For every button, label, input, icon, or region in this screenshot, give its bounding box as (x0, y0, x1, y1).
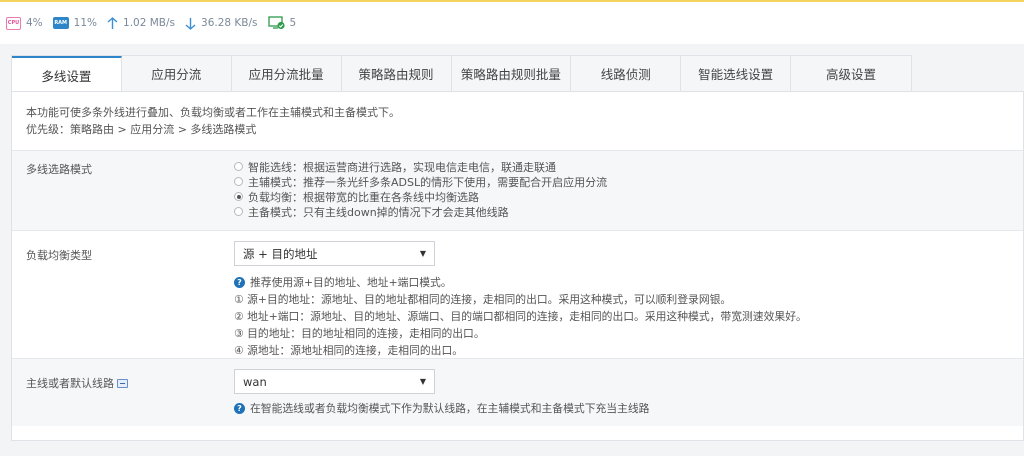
default-line-value: wan (243, 374, 267, 389)
default-line-row: 主线或者默认线路 wan ▼ ? 在智能选线或者负载均衡模式下作为默认线路，在主… (12, 358, 1023, 426)
mode-radio-group: 智能选线：根据运营商进行选路，实现电信走电信，联通走联通 主辅模式：推荐一条光纤… (234, 159, 607, 219)
balance-note-2: ② 地址+端口：源地址、目的地址、源端口、目的端口都相同的连接，走相同的出口。采… (234, 310, 807, 323)
tab-app-split-batch[interactable]: 应用分流批量 (231, 56, 342, 91)
default-line-hint: ? 在智能选线或者负载均衡模式下作为默认线路，在主辅模式和主备模式下充当主线路 (234, 400, 649, 417)
download-stat: 36.28 KB/s (185, 17, 258, 30)
mode-option-primary-aux[interactable]: 主辅模式：推荐一条光纤多条ADSL的情形下使用，需要配合开启应用分流 (234, 174, 607, 189)
tab-advanced-settings[interactable]: 高级设置 (791, 56, 911, 91)
balance-row: 负载均衡类型 源 + 目的地址 ▼ ? 推荐使用源+目的地址、地址+端口模式。 ①… (12, 230, 1023, 358)
info-box-icon[interactable] (117, 378, 128, 388)
ram-value: 11% (73, 17, 98, 29)
mode-option-load-balance[interactable]: 负载均衡：根据带宽的比重在各条线中均衡选路 (234, 189, 607, 204)
multi-line-panel: 多线设置 应用分流 应用分流批量 策略路由规则 策略路由规则批量 线路侦测 智能… (11, 55, 1024, 441)
default-line-label: 主线或者默认线路 (26, 377, 114, 390)
download-value: 36.28 KB/s (201, 17, 258, 29)
balance-label: 负载均衡类型 (26, 249, 92, 262)
download-arrow-icon (185, 17, 196, 30)
help-icon: ? (234, 403, 245, 414)
tab-policy-route-rules-batch[interactable]: 策略路由规则批量 (451, 56, 572, 91)
cpu-stat: CPU 4% (6, 16, 43, 30)
monitor-check-icon (267, 16, 285, 30)
default-line-label-wrap: 主线或者默认线路 (26, 375, 128, 391)
balance-hint: ? 推荐使用源+目的地址、地址+端口模式。 (234, 274, 807, 291)
mode-option-load-balance-label: 负载均衡：根据带宽的比重在各条线中均衡选路 (248, 190, 479, 204)
balance-controls: 源 + 目的地址 ▼ ? 推荐使用源+目的地址、地址+端口模式。 ① 源+目的地址… (234, 241, 807, 359)
balance-note-1: ① 源+目的地址：源地址、目的地址都相同的连接，走相同的出口。采用这种模式，可以… (234, 293, 732, 306)
balance-notes: ? 推荐使用源+目的地址、地址+端口模式。 ① 源+目的地址：源地址、目的地址都相… (234, 274, 807, 359)
select-arrow-icon: ▼ (419, 377, 426, 386)
tab-content: 本功能可使多条外线进行叠加、负载均衡或者工作在主辅模式和主备模式下。 优先级：策… (11, 91, 1024, 441)
ram-icon: RAM (52, 17, 69, 29)
upload-stat: 1.02 MB/s (107, 16, 176, 30)
balance-type-value: 源 + 目的地址 (243, 246, 318, 261)
devices-value: 5 (289, 17, 297, 29)
devices-stat: 5 (267, 16, 297, 30)
balance-hint-text: 推荐使用源+目的地址、地址+端口模式。 (250, 276, 452, 289)
intro-section: 本功能可使多条外线进行叠加、负载均衡或者工作在主辅模式和主备模式下。 优先级：策… (12, 92, 1023, 148)
cpu-icon: CPU (6, 16, 21, 30)
tab-line-detection[interactable]: 线路侦测 (571, 56, 682, 91)
default-line-hint-text: 在智能选线或者负载均衡模式下作为默认线路，在主辅模式和主备模式下充当主线路 (250, 402, 650, 415)
tab-bar: 多线设置 应用分流 应用分流批量 策略路由规则 策略路由规则批量 线路侦测 智能… (11, 55, 912, 92)
intro-description: 本功能可使多条外线进行叠加、负载均衡或者工作在主辅模式和主备模式下。 (26, 106, 400, 119)
mode-option-smart-label: 智能选线：根据运营商进行选路，实现电信走电信，联通走联通 (248, 160, 556, 174)
mode-option-primary-backup[interactable]: 主备模式：只有主线down掉的情况下才会走其他线路 (234, 204, 607, 219)
upload-value: 1.02 MB/s (123, 17, 176, 29)
tab-policy-route-rules[interactable]: 策略路由规则 (341, 56, 452, 91)
balance-note-4: ④ 源地址：源地址相同的连接，走相同的出口。 (234, 344, 464, 357)
balance-note-3: ③ 目的地址：目的地址相同的连接，走相同的出口。 (234, 327, 485, 340)
upload-arrow-icon (107, 16, 118, 30)
radio-load-balance[interactable] (234, 192, 243, 201)
default-line-controls: wan ▼ ? 在智能选线或者负载均衡模式下作为默认线路，在主辅模式和主备模式下… (234, 369, 649, 417)
intro-priority: 优先级：策略路由 > 应用分流 > 多线选路模式 (26, 123, 257, 136)
cpu-value: 4% (26, 17, 43, 29)
select-arrow-icon: ▼ (419, 249, 426, 258)
tab-multi-line-settings[interactable]: 多线设置 (12, 56, 122, 92)
help-icon: ? (234, 277, 245, 288)
mode-option-primary-backup-label: 主备模式：只有主线down掉的情况下才会走其他线路 (248, 205, 509, 219)
mode-option-smart[interactable]: 智能选线：根据运营商进行选路，实现电信走电信，联通走联通 (234, 159, 607, 174)
radio-primary-backup[interactable] (234, 207, 243, 216)
ram-stat: RAM 11% (52, 17, 98, 29)
status-bar: CPU 4% RAM 11% 1.02 MB/s 36.28 KB/s 5 (0, 0, 1024, 44)
mode-row: 多线选路模式 智能选线：根据运营商进行选路，实现电信走电信，联通走联通 主辅模式… (12, 150, 1023, 230)
mode-option-primary-aux-label: 主辅模式：推荐一条光纤多条ADSL的情形下使用，需要配合开启应用分流 (248, 175, 608, 189)
mode-label: 多线选路模式 (26, 163, 92, 176)
balance-type-select[interactable]: 源 + 目的地址 ▼ (234, 241, 435, 266)
radio-smart[interactable] (234, 162, 243, 171)
tab-smart-line-settings[interactable]: 智能选线设置 (681, 56, 792, 91)
tab-app-split[interactable]: 应用分流 (121, 56, 232, 91)
default-line-select[interactable]: wan ▼ (234, 369, 435, 394)
radio-primary-aux[interactable] (234, 177, 243, 186)
